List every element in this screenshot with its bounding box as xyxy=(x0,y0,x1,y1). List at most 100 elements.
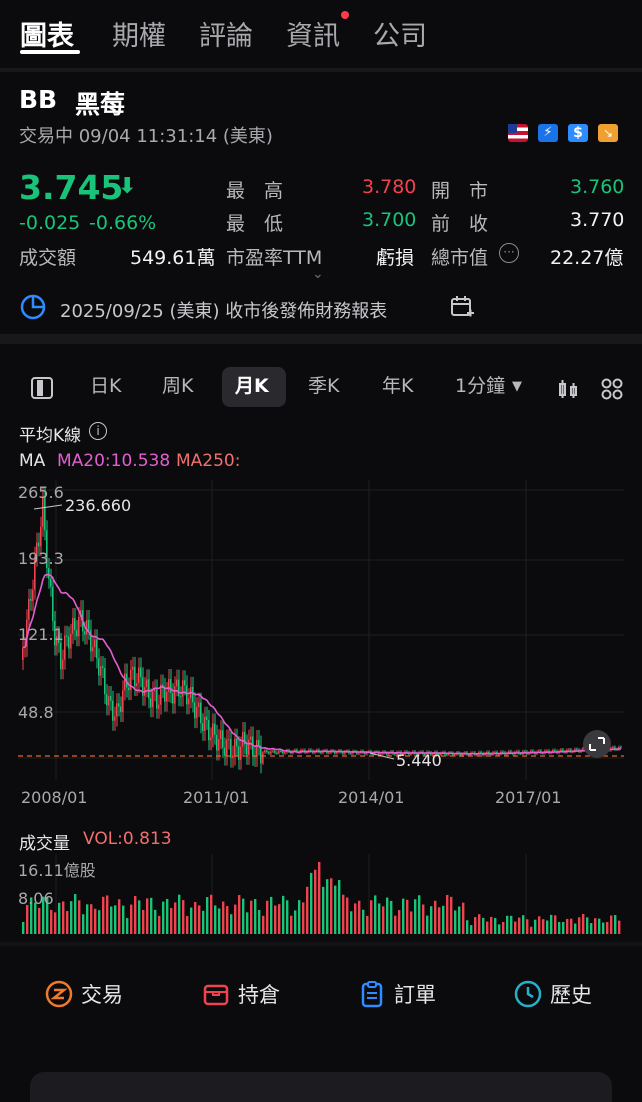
candle-body xyxy=(32,589,34,601)
candlestick-settings-icon[interactable] xyxy=(557,377,581,401)
y-tick-265: 265.6 xyxy=(18,483,64,502)
candle-body xyxy=(140,667,142,678)
calendar-add-icon[interactable] xyxy=(449,294,475,320)
price-change: -0.025 xyxy=(19,212,81,234)
volume-bar xyxy=(278,904,281,934)
volume-bar xyxy=(214,905,217,934)
candle-body xyxy=(146,679,148,688)
x-tick-2008: 2008/01 xyxy=(21,788,87,807)
active-tab-indicator xyxy=(20,50,80,54)
volume-bar xyxy=(398,910,401,934)
volume-bar xyxy=(310,872,313,934)
orders-button[interactable]: 訂單 xyxy=(358,976,436,1012)
trend-down-icon[interactable]: ↘ xyxy=(598,124,618,142)
candle-body xyxy=(612,747,614,749)
candle-body xyxy=(246,744,248,755)
tab-weekly-k[interactable]: 周K xyxy=(162,371,193,398)
volume-bar xyxy=(442,905,445,934)
volume-bar xyxy=(74,894,77,934)
tab-monthly-k[interactable]: 月K xyxy=(235,371,269,398)
volume-bar xyxy=(610,915,613,934)
candle-body xyxy=(234,738,236,756)
candle-body xyxy=(122,690,124,712)
trade-icon xyxy=(45,980,73,1008)
volume-bar xyxy=(554,915,557,934)
tab-daily-k[interactable]: 日K xyxy=(90,371,121,398)
candle-body xyxy=(178,679,180,697)
volume-value: VOL:0.813 xyxy=(83,829,172,849)
fullscreen-icon[interactable] xyxy=(583,730,611,758)
candle-body xyxy=(132,666,134,670)
volume-bar xyxy=(246,912,249,934)
candle-body xyxy=(106,694,108,706)
trading-status: 交易中 09/04 11:31:14 (美東) xyxy=(19,126,273,147)
tab-comments[interactable]: 評論 xyxy=(199,14,253,53)
candle-body xyxy=(38,542,40,547)
candle-body xyxy=(100,666,102,676)
volume-bar xyxy=(618,920,621,934)
volume-max-tick: 16.11億股 xyxy=(18,861,96,880)
trade-button[interactable]: 交易 xyxy=(45,976,123,1012)
candle-body xyxy=(560,749,562,751)
volume-bar xyxy=(386,897,389,934)
layout-toggle-icon[interactable] xyxy=(30,376,54,400)
volume-bar xyxy=(222,901,225,934)
volume-bar xyxy=(450,896,453,934)
volume-bar xyxy=(422,904,425,934)
dropdown-caret-icon: ▼ xyxy=(512,379,522,394)
candle-body xyxy=(124,673,126,691)
y-tick-193: 193.3 xyxy=(18,549,64,568)
volume-bar xyxy=(342,894,345,934)
grid-menu-icon[interactable] xyxy=(600,377,624,401)
pe-label: 市盈率TTM xyxy=(226,247,323,269)
bottom-sheet-handle[interactable] xyxy=(30,1072,612,1102)
lightning-icon[interactable]: ⚡ xyxy=(538,124,558,142)
tab-yearly-k[interactable]: 年K xyxy=(382,371,413,398)
volume-bar xyxy=(498,924,501,934)
news-notification-dot xyxy=(341,11,349,19)
tab-chart[interactable]: 圖表 xyxy=(20,14,74,53)
candle-body xyxy=(242,732,244,747)
expand-chevron-icon[interactable]: ⌄ xyxy=(312,266,324,282)
tab-news[interactable]: 資訊 xyxy=(286,14,340,53)
candle-body xyxy=(136,683,138,687)
volume-bar xyxy=(198,905,201,934)
tab-minute-dropdown[interactable]: 1分鐘 xyxy=(455,371,505,398)
candle-body xyxy=(168,679,170,692)
history-button[interactable]: 歷史 xyxy=(514,976,592,1012)
volume-bar xyxy=(534,919,537,934)
dollar-icon[interactable]: $ xyxy=(568,124,588,142)
candle-body xyxy=(128,687,130,691)
volume-chart[interactable]: 16.11億股 8.06 xyxy=(0,850,642,940)
x-tick-2011: 2011/01 xyxy=(183,788,249,807)
volume-bar xyxy=(414,899,417,934)
candle-body xyxy=(240,746,242,760)
candle-body xyxy=(270,751,272,754)
prev-close-label: 前 收 xyxy=(431,213,489,235)
volume-bar xyxy=(458,906,461,934)
candle-body xyxy=(224,747,226,756)
tab-company[interactable]: 公司 xyxy=(373,14,427,53)
volume-bar xyxy=(234,904,237,934)
volume-bar xyxy=(258,910,261,934)
candle-body xyxy=(232,755,234,758)
candle-body xyxy=(620,747,622,749)
volume-bar xyxy=(506,915,509,934)
candlestick-chart[interactable]: 265.6 193.3 121.1 48.8 236.660 5.440 200… xyxy=(0,470,642,815)
tab-options[interactable]: 期權 xyxy=(112,14,166,53)
briefcase-icon xyxy=(203,984,229,1006)
volume-bar xyxy=(242,898,245,934)
volume-bar xyxy=(590,923,593,934)
candle-body xyxy=(256,740,258,757)
tab-quarterly-k[interactable]: 季K xyxy=(308,371,339,398)
more-icon[interactable]: ··· xyxy=(499,243,519,263)
candle-body xyxy=(22,647,24,660)
info-icon[interactable]: i xyxy=(89,422,107,440)
high-value: 3.780 xyxy=(362,176,417,198)
candle-body xyxy=(502,751,504,753)
candle-body xyxy=(180,696,182,698)
candle-body xyxy=(222,730,224,748)
candle-body xyxy=(138,667,140,684)
candle-body xyxy=(236,738,238,747)
positions-button[interactable]: 持倉 xyxy=(202,976,280,1012)
